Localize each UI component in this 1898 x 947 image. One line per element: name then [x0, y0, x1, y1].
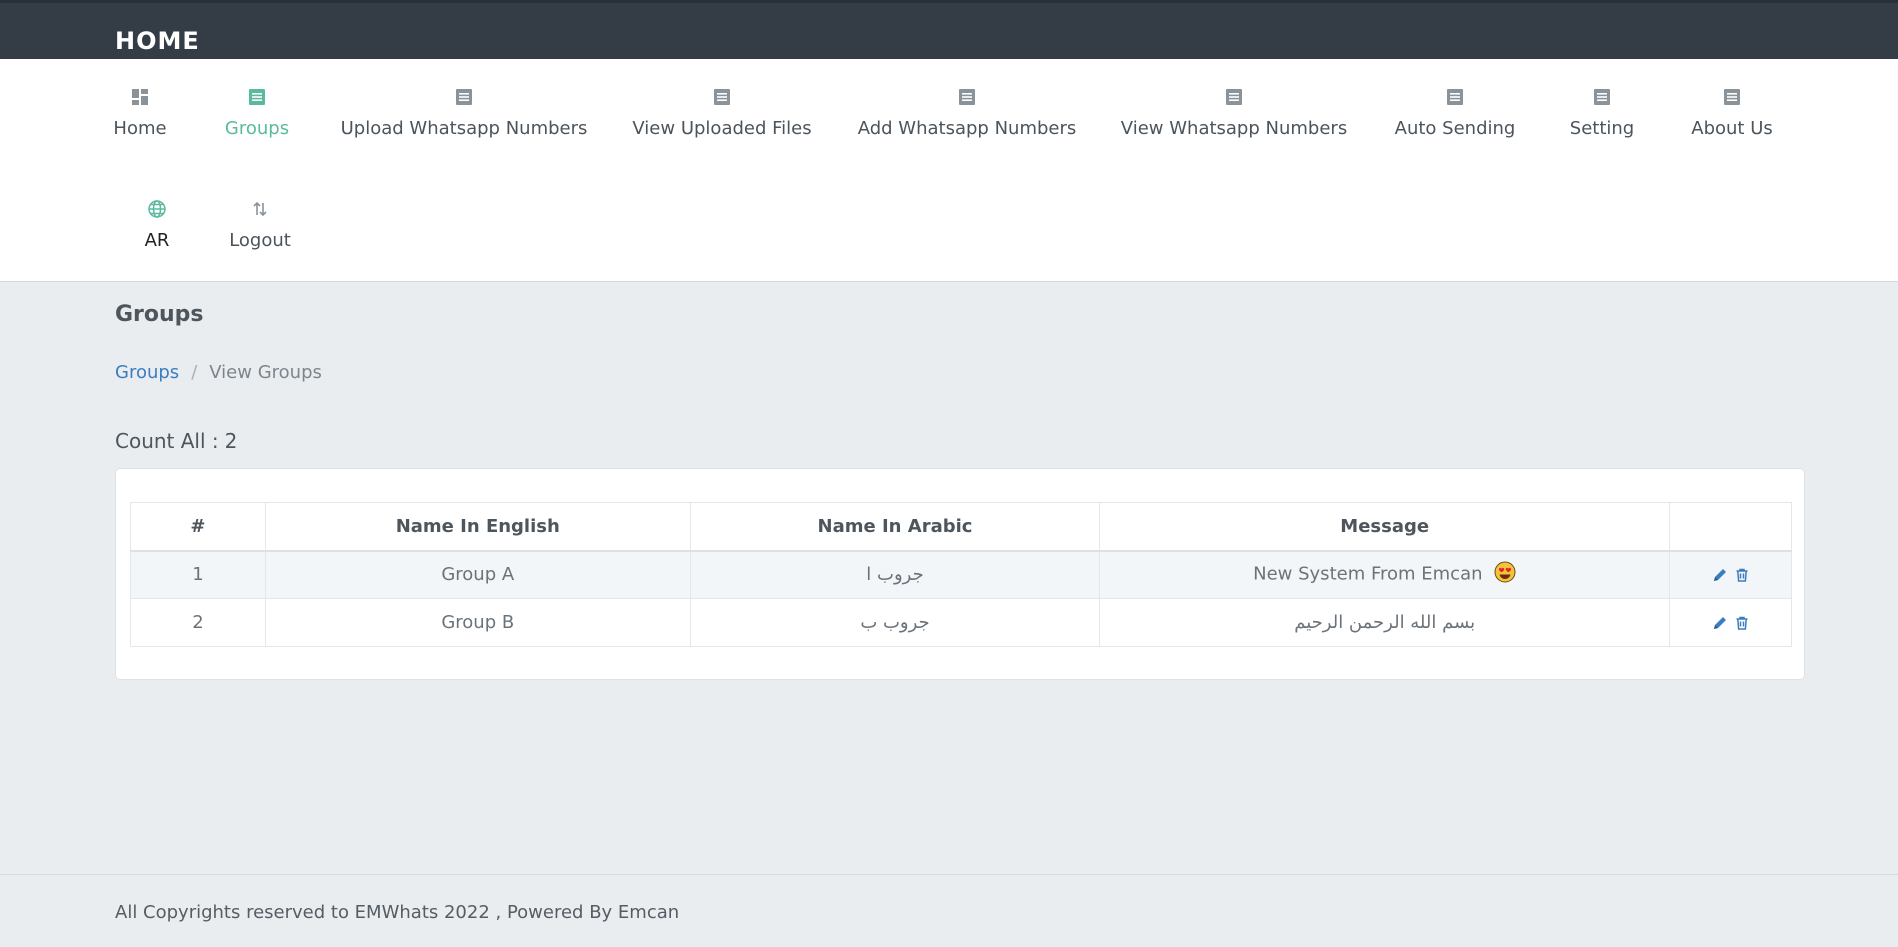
brand-title[interactable]: HOME — [115, 27, 200, 55]
trash-icon — [1736, 568, 1747, 582]
groups-table: # Name In English Name In Arabic Message… — [130, 502, 1792, 647]
table-row: 1 Group A جروب ا New System From Emcan — [130, 550, 1792, 599]
nav-item-label: AR — [144, 230, 170, 251]
globe-icon — [147, 199, 167, 219]
nav-item-auto-sending[interactable]: Auto Sending — [1395, 87, 1515, 139]
nav-item-setting[interactable]: Setting — [1569, 87, 1635, 139]
list-icon — [1445, 87, 1465, 107]
main-nav: Home Groups Upload Whatsapp Numbers View… — [0, 59, 1898, 282]
edit-button[interactable] — [1711, 614, 1729, 632]
pencil-icon — [1713, 616, 1726, 629]
footer-copyright: All Copyrights reserved to EMWhats 2022 … — [115, 902, 680, 923]
list-icon — [1224, 87, 1244, 107]
cell-name-arabic: جروب ا — [689, 550, 1101, 599]
nav-item-logout[interactable]: Logout — [229, 199, 291, 251]
column-header-name-english: Name In English — [264, 502, 691, 551]
groups-card: # Name In English Name In Arabic Message… — [115, 468, 1805, 680]
nav-item-add-whatsapp-numbers[interactable]: Add Whatsapp Numbers — [858, 87, 1076, 139]
cell-index: 1 — [130, 550, 266, 599]
nav-item-label: Upload Whatsapp Numbers — [340, 118, 588, 139]
column-header-index: # — [130, 502, 266, 551]
cell-name-english: Group B — [264, 598, 691, 647]
nav-item-label: Auto Sending — [1394, 118, 1516, 139]
breadcrumb-link-groups[interactable]: Groups — [115, 362, 179, 383]
footer: All Copyrights reserved to EMWhats 2022 … — [0, 874, 1898, 947]
cell-message: بسم الله الرحمن الرحيم — [1099, 598, 1671, 647]
list-icon — [1592, 87, 1612, 107]
nav-item-label: Home — [113, 118, 167, 139]
nav-item-view-uploaded-files[interactable]: View Uploaded Files — [632, 87, 812, 139]
list-icon — [957, 87, 977, 107]
delete-button[interactable] — [1733, 566, 1751, 584]
nav-item-label: Logout — [229, 230, 291, 251]
cell-message: New System From Emcan — [1099, 550, 1671, 599]
nav-item-upload-whatsapp-numbers[interactable]: Upload Whatsapp Numbers — [341, 87, 587, 139]
count-label: Count All : — [115, 429, 219, 453]
table-header-row: # Name In English Name In Arabic Message — [130, 502, 1792, 551]
swap-icon — [250, 199, 270, 219]
nav-item-label: Add Whatsapp Numbers — [857, 118, 1077, 139]
table-row: 2 Group B جروب ب بسم الله الرحمن الرحيم — [130, 598, 1792, 647]
cell-name-english: Group A — [264, 550, 691, 599]
list-icon — [247, 87, 267, 107]
breadcrumb: Groups / View Groups — [115, 362, 322, 383]
top-bar: HOME — [0, 0, 1898, 59]
cell-actions — [1669, 550, 1792, 599]
heart-eyes-emoji-icon — [1494, 561, 1516, 588]
cell-actions — [1669, 598, 1792, 647]
pencil-icon — [1713, 568, 1726, 581]
dashboard-icon — [130, 87, 150, 107]
column-header-message: Message — [1099, 502, 1671, 551]
column-header-name-arabic: Name In Arabic — [689, 502, 1101, 551]
edit-button[interactable] — [1711, 566, 1729, 584]
nav-item-about-us[interactable]: About Us — [1691, 87, 1773, 139]
nav-item-label: Groups — [224, 118, 290, 139]
nav-item-label: Setting — [1569, 118, 1635, 139]
nav-item-view-whatsapp-numbers[interactable]: View Whatsapp Numbers — [1121, 87, 1347, 139]
column-header-actions — [1669, 502, 1792, 551]
list-icon — [712, 87, 732, 107]
delete-button[interactable] — [1733, 614, 1751, 632]
breadcrumb-separator: / — [191, 362, 198, 383]
nav-item-home[interactable]: Home — [113, 87, 167, 139]
list-icon — [1722, 87, 1742, 107]
count-summary: Count All : 2 — [115, 429, 237, 453]
count-value: 2 — [224, 429, 238, 453]
nav-item-language[interactable]: AR — [140, 199, 174, 251]
breadcrumb-current: View Groups — [209, 362, 322, 383]
nav-item-label: View Uploaded Files — [632, 118, 812, 139]
nav-item-label: View Whatsapp Numbers — [1120, 118, 1348, 139]
nav-item-groups[interactable]: Groups — [224, 87, 290, 139]
cell-index: 2 — [130, 598, 266, 647]
message-text: New System From Emcan — [1253, 563, 1483, 585]
nav-item-label: About Us — [1691, 118, 1773, 139]
cell-name-arabic: جروب ب — [689, 598, 1101, 647]
list-icon — [454, 87, 474, 107]
trash-icon — [1736, 616, 1747, 630]
page-title: Groups — [115, 302, 204, 327]
